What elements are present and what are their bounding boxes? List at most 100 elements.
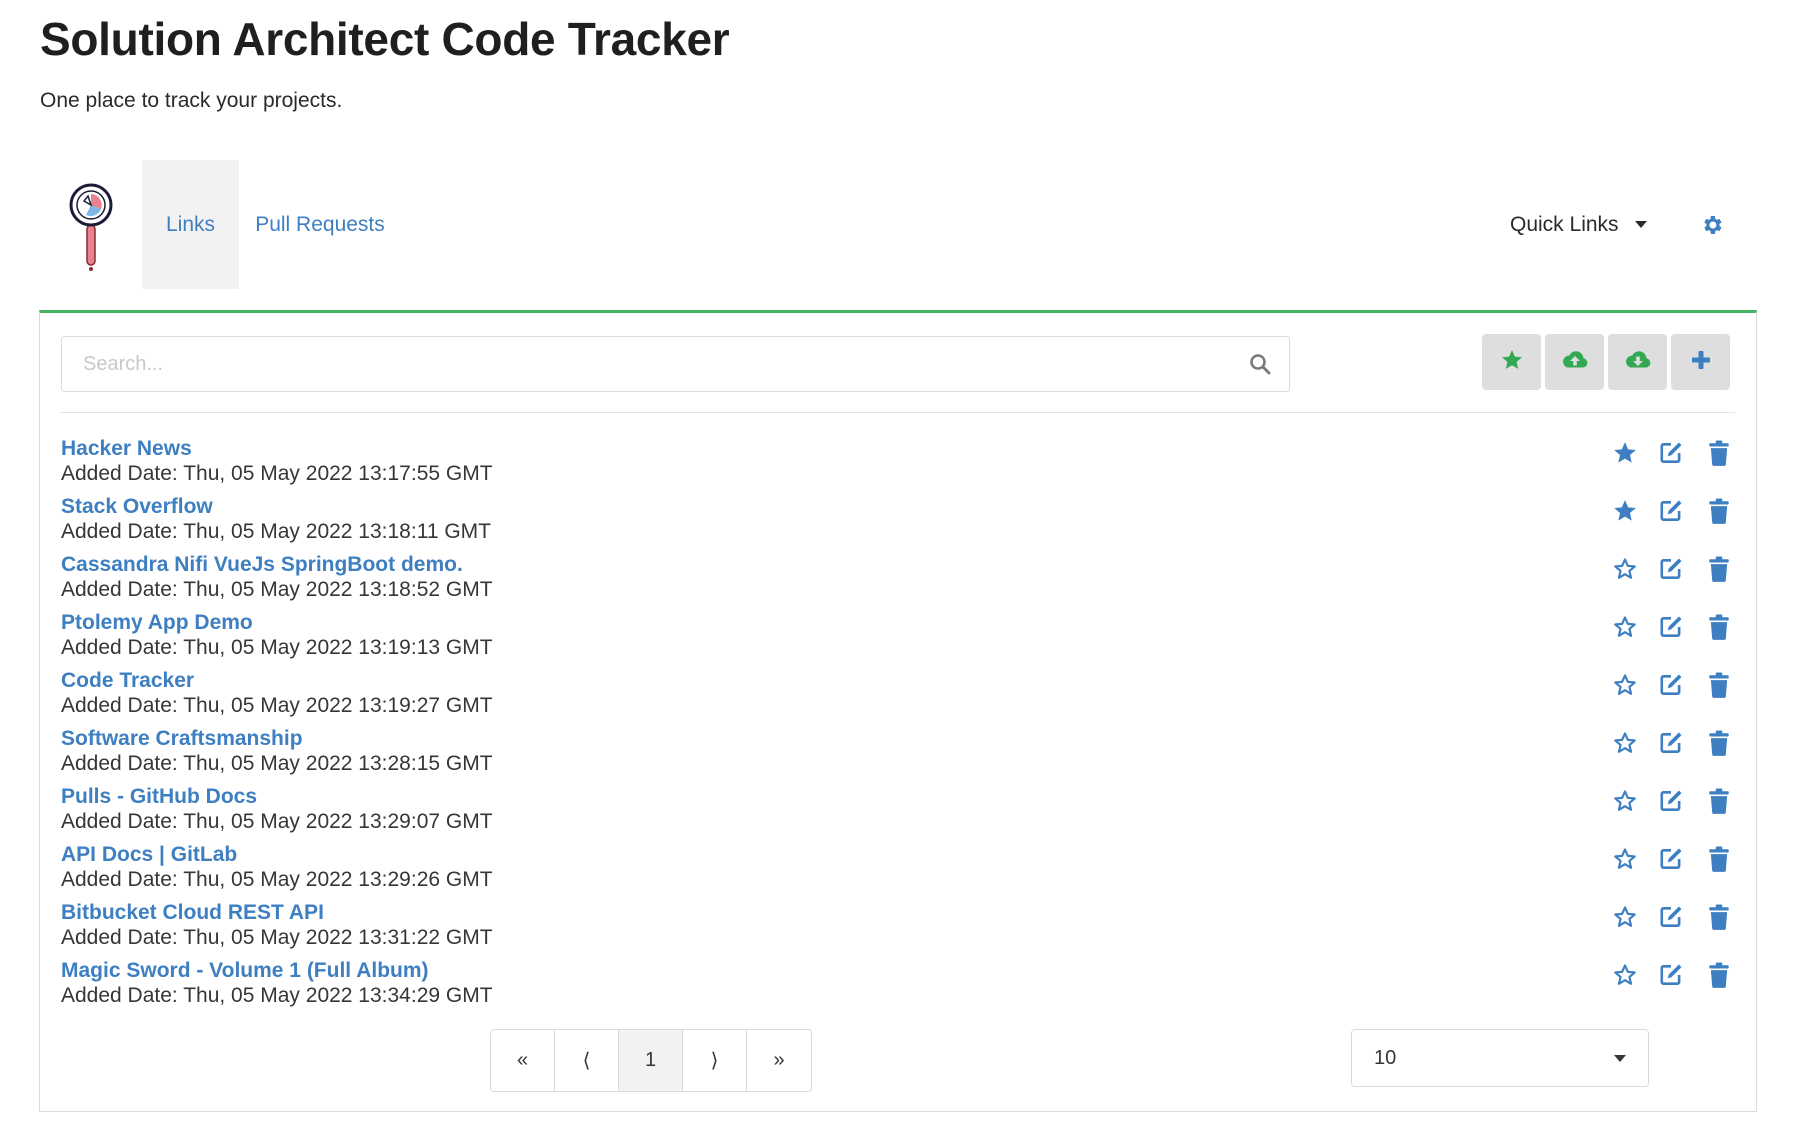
link-added-date: Added Date: Thu, 05 May 2022 13:31:22 GM… bbox=[61, 926, 493, 949]
caret-down-icon bbox=[1614, 1055, 1626, 1062]
link-actions bbox=[1611, 439, 1735, 467]
edit-icon[interactable] bbox=[1657, 613, 1685, 641]
link-item: Cassandra Nifi VueJs SpringBoot demo. Add… bbox=[61, 553, 1735, 611]
link-added-date: Added Date: Thu, 05 May 2022 13:28:15 GM… bbox=[61, 752, 493, 775]
link-item: Magic Sword - Volume 1 (Full Album) Added… bbox=[61, 959, 1735, 1017]
edit-icon[interactable] bbox=[1657, 555, 1685, 583]
edit-icon[interactable] bbox=[1657, 961, 1685, 989]
star-filled-icon[interactable] bbox=[1611, 497, 1639, 525]
edit-icon[interactable] bbox=[1657, 439, 1685, 467]
link-added-date: Added Date: Thu, 05 May 2022 13:18:52 GM… bbox=[61, 578, 493, 601]
link-item: API Docs | GitLab Added Date: Thu, 05 May… bbox=[61, 843, 1735, 901]
cloud-download-icon bbox=[1624, 348, 1652, 377]
link-added-date: Added Date: Thu, 05 May 2022 13:19:27 GM… bbox=[61, 694, 493, 717]
link-title[interactable]: Ptolemy App Demo bbox=[61, 611, 253, 635]
cloud-upload-icon bbox=[1561, 348, 1589, 377]
search-input[interactable] bbox=[62, 337, 1289, 391]
download-button[interactable] bbox=[1608, 334, 1667, 390]
tab-links[interactable]: Links bbox=[142, 160, 239, 289]
edit-icon[interactable] bbox=[1657, 787, 1685, 815]
per-page-value: 10 bbox=[1374, 1046, 1397, 1069]
link-added-date: Added Date: Thu, 05 May 2022 13:29:26 GM… bbox=[61, 868, 493, 891]
link-item: Ptolemy App Demo Added Date: Thu, 05 May … bbox=[61, 611, 1735, 669]
link-added-date: Added Date: Thu, 05 May 2022 13:29:07 GM… bbox=[61, 810, 493, 833]
link-actions bbox=[1611, 613, 1735, 641]
link-item: Software Craftsmanship Added Date: Thu, 0… bbox=[61, 727, 1735, 785]
link-item: Bitbucket Cloud REST API Added Date: Thu,… bbox=[61, 901, 1735, 959]
divider bbox=[61, 412, 1735, 413]
link-added-date: Added Date: Thu, 05 May 2022 13:19:13 GM… bbox=[61, 636, 493, 659]
gear-icon[interactable] bbox=[1700, 213, 1724, 237]
favorites-filter-button[interactable] bbox=[1482, 334, 1541, 390]
trash-icon[interactable] bbox=[1705, 439, 1733, 467]
quick-links-label: Quick Links bbox=[1510, 212, 1619, 236]
link-actions bbox=[1611, 903, 1735, 931]
app-page: Solution Architect Code Tracker One plac… bbox=[0, 0, 1798, 1137]
link-item: Hacker News Added Date: Thu, 05 May 2022 … bbox=[61, 437, 1735, 495]
link-actions bbox=[1611, 845, 1735, 873]
link-title[interactable]: Stack Overflow bbox=[61, 495, 213, 519]
link-item: Pulls - GitHub Docs Added Date: Thu, 05 M… bbox=[61, 785, 1735, 843]
caret-down-icon bbox=[1634, 221, 1647, 228]
link-title[interactable]: Magic Sword - Volume 1 (Full Album) bbox=[61, 959, 429, 983]
link-title[interactable]: Bitbucket Cloud REST API bbox=[61, 901, 324, 925]
link-title[interactable]: Software Craftsmanship bbox=[61, 727, 303, 751]
page-title: Solution Architect Code Tracker bbox=[40, 13, 730, 65]
links-panel: Hacker NewsAdded Date: Thu, 05 May 2022 … bbox=[39, 310, 1757, 1112]
trash-icon[interactable] bbox=[1705, 903, 1733, 931]
current-page-button[interactable]: 1 bbox=[619, 1030, 683, 1091]
edit-icon[interactable] bbox=[1657, 845, 1685, 873]
last-page-button[interactable]: » bbox=[747, 1030, 811, 1091]
link-actions bbox=[1611, 497, 1735, 525]
search-icon bbox=[1249, 353, 1271, 375]
tab-pull-requests[interactable]: Pull Requests bbox=[250, 160, 390, 289]
links-list: Hacker News Added Date: Thu, 05 May 2022 … bbox=[61, 437, 1735, 1017]
star-filled-icon[interactable] bbox=[1611, 439, 1639, 467]
star-outline-icon[interactable] bbox=[1611, 903, 1639, 931]
link-actions bbox=[1611, 729, 1735, 757]
trash-icon[interactable] bbox=[1705, 555, 1733, 583]
link-title[interactable]: Hacker News bbox=[61, 437, 192, 461]
link-title[interactable]: Pulls - GitHub Docs bbox=[61, 785, 257, 809]
quick-links-dropdown[interactable]: Quick Links bbox=[1510, 160, 1647, 289]
star-outline-icon[interactable] bbox=[1611, 787, 1639, 815]
star-outline-icon[interactable] bbox=[1611, 671, 1639, 699]
page-subtitle: One place to track your projects. bbox=[40, 89, 343, 112]
star-outline-icon[interactable] bbox=[1611, 845, 1639, 873]
link-title[interactable]: Code Tracker bbox=[61, 669, 194, 693]
star-outline-icon[interactable] bbox=[1611, 729, 1639, 757]
edit-icon[interactable] bbox=[1657, 903, 1685, 931]
trash-icon[interactable] bbox=[1705, 729, 1733, 757]
link-added-date: Added Date: Thu, 05 May 2022 13:18:11 GM… bbox=[61, 520, 491, 543]
link-title[interactable]: Cassandra Nifi VueJs SpringBoot demo. bbox=[61, 553, 463, 577]
edit-icon[interactable] bbox=[1657, 497, 1685, 525]
trash-icon[interactable] bbox=[1705, 787, 1733, 815]
magnifier-chart-icon[interactable] bbox=[64, 182, 124, 272]
link-title[interactable]: API Docs | GitLab bbox=[61, 843, 237, 867]
upload-button[interactable] bbox=[1545, 334, 1604, 390]
next-page-button[interactable]: ⟩ bbox=[683, 1030, 747, 1091]
star-outline-icon[interactable] bbox=[1611, 613, 1639, 641]
trash-icon[interactable] bbox=[1705, 961, 1733, 989]
trash-icon[interactable] bbox=[1705, 497, 1733, 525]
add-link-button[interactable] bbox=[1671, 334, 1730, 390]
star-outline-icon[interactable] bbox=[1611, 555, 1639, 583]
prev-page-button[interactable]: ⟨ bbox=[555, 1030, 619, 1091]
edit-icon[interactable] bbox=[1657, 671, 1685, 699]
link-actions bbox=[1611, 961, 1735, 989]
star-icon bbox=[1500, 348, 1524, 377]
star-outline-icon[interactable] bbox=[1611, 961, 1639, 989]
link-item: Stack Overflow Added Date: Thu, 05 May 20… bbox=[61, 495, 1735, 553]
first-page-button[interactable]: « bbox=[491, 1030, 555, 1091]
pagination: « ⟨ 1 ⟩ » bbox=[490, 1029, 812, 1092]
search-box bbox=[61, 336, 1290, 392]
trash-icon[interactable] bbox=[1705, 613, 1733, 641]
link-added-date: Added Date: Thu, 05 May 2022 13:17:55 GM… bbox=[61, 462, 493, 485]
link-actions bbox=[1611, 555, 1735, 583]
trash-icon[interactable] bbox=[1705, 845, 1733, 873]
edit-icon[interactable] bbox=[1657, 729, 1685, 757]
trash-icon[interactable] bbox=[1705, 671, 1733, 699]
link-added-date: Added Date: Thu, 05 May 2022 13:34:29 GM… bbox=[61, 984, 493, 1007]
per-page-select[interactable]: 10 bbox=[1351, 1029, 1649, 1087]
link-actions bbox=[1611, 787, 1735, 815]
